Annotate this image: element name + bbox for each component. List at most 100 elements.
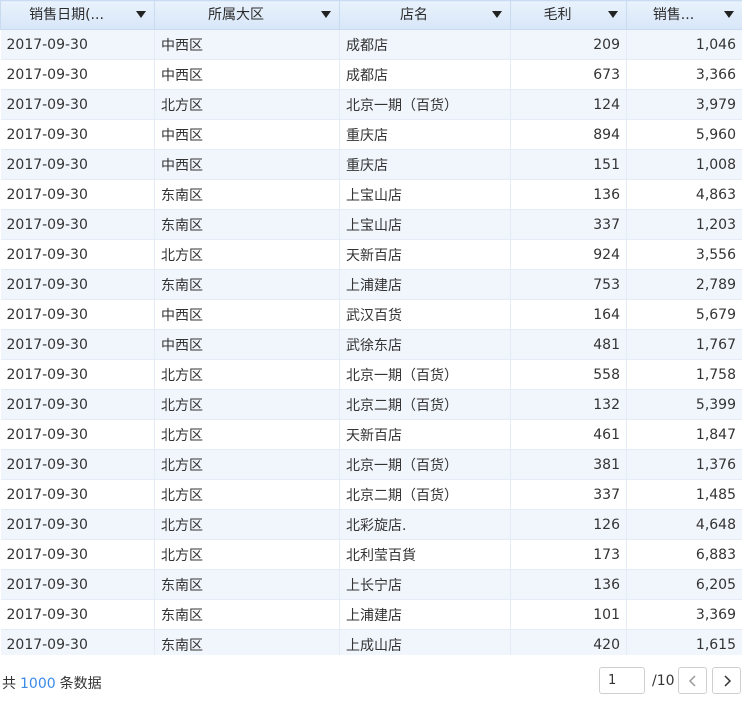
cell-gross-profit: 136 (510, 179, 627, 210)
cell-sales: 3,979 (626, 89, 742, 120)
cell-store: 武汉百货 (339, 299, 511, 330)
cell-region: 中西区 (154, 299, 340, 330)
column-header-label: 所属大区 (208, 7, 264, 23)
cell-sales-date: 2017-09-30 (0, 179, 155, 210)
cell-gross-profit: 132 (510, 389, 627, 420)
prev-page-button[interactable] (678, 667, 707, 694)
cell-sales-date: 2017-09-30 (0, 299, 155, 330)
table-row[interactable]: 2017-09-30 中西区 成都店 673 3,366 (0, 59, 742, 90)
caret-down-icon[interactable] (492, 11, 502, 18)
data-grid: 销售日期(... 所属大区 店名 毛利 销售... 2017-09-30 中西区… (0, 0, 742, 655)
table-row[interactable]: 2017-09-30 中西区 武徐东店 481 1,767 (0, 329, 742, 360)
cell-sales-date: 2017-09-30 (0, 539, 155, 570)
cell-sales: 1,615 (626, 629, 742, 655)
cell-sales-date: 2017-09-30 (0, 599, 155, 630)
cell-region: 北方区 (154, 509, 340, 540)
table-row[interactable]: 2017-09-30 东南区 上浦建店 101 3,369 (0, 599, 742, 630)
table-row[interactable]: 2017-09-30 中西区 重庆店 151 1,008 (0, 149, 742, 180)
cell-gross-profit: 164 (510, 299, 627, 330)
cell-sales: 1,767 (626, 329, 742, 360)
table-row[interactable]: 2017-09-30 北方区 北京一期（百货） 558 1,758 (0, 359, 742, 390)
caret-down-icon[interactable] (724, 11, 734, 18)
table-row[interactable]: 2017-09-30 东南区 上长宁店 136 6,205 (0, 569, 742, 600)
table-row[interactable]: 2017-09-30 北方区 天新百店 924 3,556 (0, 239, 742, 270)
cell-gross-profit: 136 (510, 569, 627, 600)
table-row[interactable]: 2017-09-30 北方区 北京二期（百货） 132 5,399 (0, 389, 742, 420)
header-row: 销售日期(... 所属大区 店名 毛利 销售... (0, 0, 742, 30)
cell-gross-profit: 151 (510, 149, 627, 180)
cell-sales: 4,648 (626, 509, 742, 540)
cell-gross-profit: 101 (510, 599, 627, 630)
cell-sales-date: 2017-09-30 (0, 209, 155, 240)
table-row[interactable]: 2017-09-30 中西区 武汉百货 164 5,679 (0, 299, 742, 330)
table-row[interactable]: 2017-09-30 北方区 北京二期（百货） 337 1,485 (0, 479, 742, 510)
column-header-store[interactable]: 店名 (339, 0, 511, 30)
table-row[interactable]: 2017-09-30 中西区 重庆店 894 5,960 (0, 119, 742, 150)
cell-store: 北京二期（百货） (339, 479, 511, 510)
cell-sales: 2,789 (626, 269, 742, 300)
cell-sales: 4,863 (626, 179, 742, 210)
cell-sales-date: 2017-09-30 (0, 449, 155, 480)
cell-sales: 3,366 (626, 59, 742, 90)
table-row[interactable]: 2017-09-30 东南区 上宝山店 337 1,203 (0, 209, 742, 240)
table-row[interactable]: 2017-09-30 东南区 上宝山店 136 4,863 (0, 179, 742, 210)
cell-sales-date: 2017-09-30 (0, 419, 155, 450)
cell-store: 北京一期（百货） (339, 359, 511, 390)
column-header-gross-profit[interactable]: 毛利 (510, 0, 627, 30)
data-table: 销售日期(... 所属大区 店名 毛利 销售... 2017-09-30 中西区… (0, 0, 742, 655)
column-header-sales-date[interactable]: 销售日期(... (0, 0, 155, 30)
cell-sales-date: 2017-09-30 (0, 89, 155, 120)
cell-sales-date: 2017-09-30 (0, 149, 155, 180)
cell-sales: 1,847 (626, 419, 742, 450)
cell-region: 东南区 (154, 179, 340, 210)
cell-gross-profit: 481 (510, 329, 627, 360)
cell-store: 北京一期（百货） (339, 89, 511, 120)
table-row[interactable]: 2017-09-30 北方区 北京一期（百货） 124 3,979 (0, 89, 742, 120)
table-row[interactable]: 2017-09-30 东南区 上浦建店 753 2,789 (0, 269, 742, 300)
cell-region: 北方区 (154, 449, 340, 480)
cell-sales: 1,203 (626, 209, 742, 240)
table-row[interactable]: 2017-09-30 东南区 上成山店 420 1,615 (0, 629, 742, 655)
column-header-label: 店名 (400, 7, 428, 23)
table-row[interactable]: 2017-09-30 北方区 天新百店 461 1,847 (0, 419, 742, 450)
table-row[interactable]: 2017-09-30 中西区 成都店 209 1,046 (0, 29, 742, 60)
cell-gross-profit: 753 (510, 269, 627, 300)
next-page-button[interactable] (712, 667, 741, 694)
table-row[interactable]: 2017-09-30 北方区 北彩旋店. 126 4,648 (0, 509, 742, 540)
page-total-label: /10 (652, 673, 675, 689)
cell-sales: 1,046 (626, 29, 742, 60)
cell-gross-profit: 673 (510, 59, 627, 90)
cell-gross-profit: 461 (510, 419, 627, 450)
cell-sales: 5,679 (626, 299, 742, 330)
cell-region: 中西区 (154, 29, 340, 60)
table-body: 2017-09-30 中西区 成都店 209 1,046 2017-09-30 中西区 成都店… (0, 29, 742, 655)
table-row[interactable]: 2017-09-30 北方区 北京一期（百货） 381 1,376 (0, 449, 742, 480)
cell-store: 天新百店 (339, 419, 511, 450)
cell-region: 北方区 (154, 479, 340, 510)
cell-region: 中西区 (154, 329, 340, 360)
page-number-input[interactable] (599, 667, 645, 694)
cell-store: 上浦建店 (339, 599, 511, 630)
cell-region: 中西区 (154, 59, 340, 90)
cell-sales-date: 2017-09-30 (0, 479, 155, 510)
cell-sales: 3,369 (626, 599, 742, 630)
table-row[interactable]: 2017-09-30 北方区 北利莹百貨 173 6,883 (0, 539, 742, 570)
cell-sales: 1,376 (626, 449, 742, 480)
cell-sales: 3,556 (626, 239, 742, 270)
column-header-sales[interactable]: 销售... (626, 0, 742, 30)
cell-store: 重庆店 (339, 119, 511, 150)
cell-store: 北利莹百貨 (339, 539, 511, 570)
cell-region: 北方区 (154, 239, 340, 270)
cell-region: 东南区 (154, 629, 340, 655)
column-header-region[interactable]: 所属大区 (154, 0, 340, 30)
cell-region: 东南区 (154, 209, 340, 240)
cell-gross-profit: 894 (510, 119, 627, 150)
caret-down-icon[interactable] (321, 11, 331, 18)
caret-down-icon[interactable] (608, 11, 618, 18)
cell-sales: 6,883 (626, 539, 742, 570)
cell-sales-date: 2017-09-30 (0, 389, 155, 420)
cell-gross-profit: 381 (510, 449, 627, 480)
cell-store: 成都店 (339, 59, 511, 90)
caret-down-icon[interactable] (136, 11, 146, 18)
cell-region: 东南区 (154, 569, 340, 600)
